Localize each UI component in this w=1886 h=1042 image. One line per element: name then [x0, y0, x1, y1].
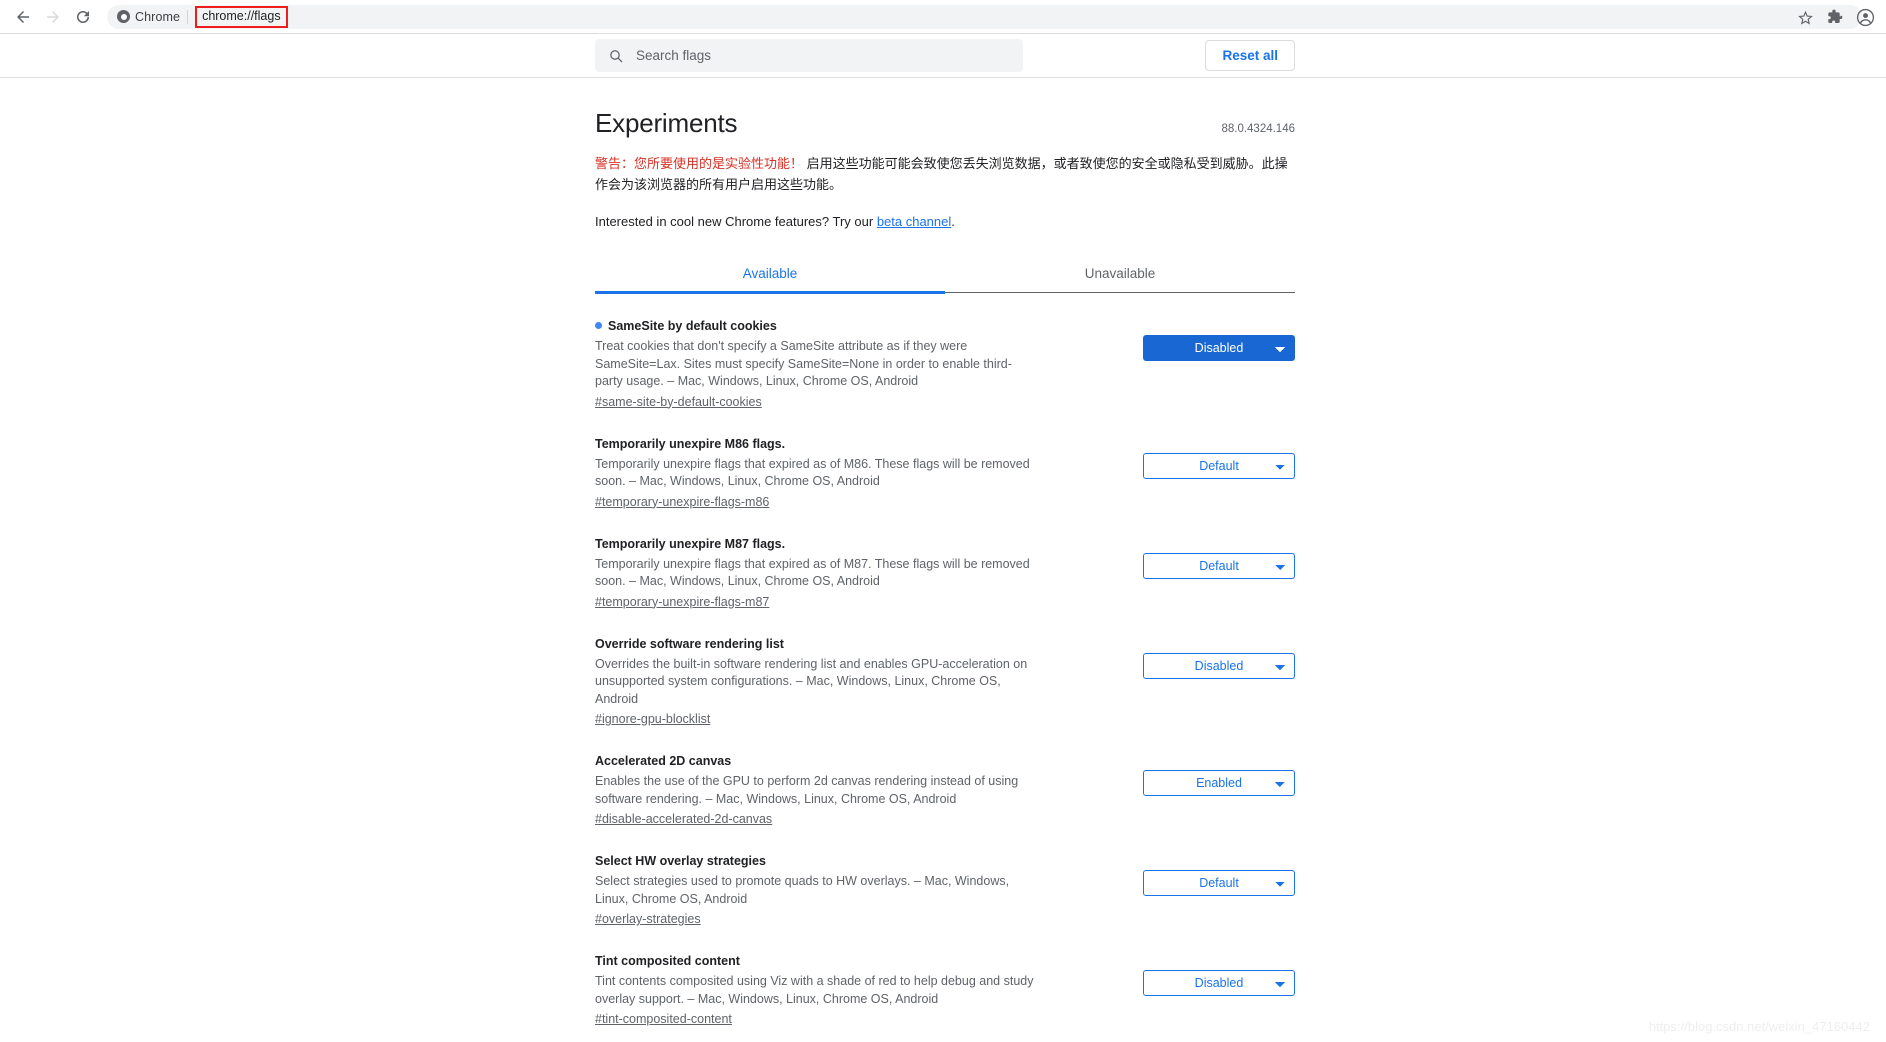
flag-control: DefaultEnabledDisabled — [1143, 436, 1295, 479]
flag-row: Temporarily unexpire M87 flags. Temporari… — [595, 523, 1295, 623]
beta-suffix-text: . — [951, 214, 955, 229]
chrome-logo-icon — [117, 10, 130, 23]
forward-arrow-icon — [44, 8, 62, 26]
flag-state-select[interactable]: DefaultEnabledDisabled — [1143, 553, 1295, 579]
flag-title-text: Temporarily unexpire M87 flags. — [595, 537, 785, 551]
tab-available[interactable]: Available — [595, 255, 945, 292]
modified-indicator-icon — [595, 322, 602, 329]
flag-title: Accelerated 2D canvas — [595, 753, 1037, 770]
flag-control: DefaultEnabledDisabled — [1143, 853, 1295, 896]
flag-control: DefaultEnabledDisabled — [1143, 536, 1295, 579]
toolbar-actions — [1790, 0, 1880, 34]
flag-details: Accelerated 2D canvas Enables the use of … — [595, 753, 1047, 828]
omnibox-chip-label: Chrome — [135, 10, 180, 24]
back-button[interactable] — [8, 2, 38, 32]
back-arrow-icon — [14, 8, 32, 26]
search-bar-row: Reset all — [0, 34, 1886, 78]
flag-control: DefaultEnabledDisabled — [1143, 318, 1295, 361]
warning-red-text: 警告：您所要使用的是实验性功能！ — [595, 156, 803, 171]
flag-title-text: Tint composited content — [595, 954, 740, 968]
flag-row: SameSite by default cookies Treat cookies… — [595, 305, 1295, 423]
flag-title: Select HW overlay strategies — [595, 853, 1037, 870]
flag-details: SameSite by default cookies Treat cookies… — [595, 318, 1047, 411]
flag-title-text: Accelerated 2D canvas — [595, 754, 731, 768]
tab-unavailable[interactable]: Unavailable — [945, 255, 1295, 292]
flags-page: Reset all Experiments 88.0.4324.146 警告：您… — [0, 34, 1886, 1042]
flag-permalink[interactable]: #ignore-gpu-blocklist — [595, 712, 710, 726]
content-column: Experiments 88.0.4324.146 警告：您所要使用的是实验性功… — [595, 78, 1295, 1040]
flag-row: Temporarily unexpire M86 flags. Temporari… — [595, 423, 1295, 523]
reload-button[interactable] — [68, 2, 98, 32]
flag-state-select[interactable]: DefaultEnabledDisabled — [1143, 335, 1295, 361]
flag-permalink[interactable]: #temporary-unexpire-flags-m87 — [595, 595, 769, 609]
flag-description: Select strategies used to promote quads … — [595, 873, 1037, 908]
flag-permalink[interactable]: #disable-accelerated-2d-canvas — [595, 812, 772, 826]
flag-permalink[interactable]: #overlay-strategies — [595, 912, 701, 926]
search-icon — [608, 48, 624, 64]
flag-details: Tint composited content Tint contents com… — [595, 953, 1047, 1028]
address-bar[interactable]: Chrome chrome://flags — [107, 5, 1862, 29]
flag-description: Overrides the built-in software renderin… — [595, 656, 1037, 709]
flag-details: Temporarily unexpire M86 flags. Temporari… — [595, 436, 1047, 511]
extensions-button[interactable] — [1820, 2, 1850, 32]
person-avatar-icon — [1856, 8, 1875, 27]
flag-description: Enables the use of the GPU to perform 2d… — [595, 773, 1037, 808]
profile-avatar-button[interactable] — [1850, 2, 1880, 32]
content-scroll-area[interactable]: Experiments 88.0.4324.146 警告：您所要使用的是实验性功… — [0, 78, 1886, 1041]
flag-control: DefaultEnabledDisabled — [1143, 753, 1295, 796]
flag-permalink[interactable]: #same-site-by-default-cookies — [595, 395, 762, 409]
flag-title-text: Select HW overlay strategies — [595, 854, 766, 868]
flag-state-select[interactable]: DefaultEnabledDisabled — [1143, 770, 1295, 796]
forward-button[interactable] — [38, 2, 68, 32]
flag-title: SameSite by default cookies — [595, 318, 1037, 335]
beta-channel-link[interactable]: beta channel — [877, 214, 951, 229]
flag-row: Override software rendering list Override… — [595, 623, 1295, 741]
search-input[interactable] — [636, 48, 1010, 63]
beta-channel-line: Interested in cool new Chrome features? … — [595, 212, 1295, 231]
star-icon — [1797, 9, 1814, 26]
flag-state-select[interactable]: DefaultEnabledDisabled — [1143, 870, 1295, 896]
bookmark-star-button[interactable] — [1790, 2, 1820, 32]
flag-title: Temporarily unexpire M87 flags. — [595, 536, 1037, 553]
beta-prefix-text: Interested in cool new Chrome features? … — [595, 214, 877, 229]
flag-details: Override software rendering list Override… — [595, 636, 1047, 729]
flag-title: Temporarily unexpire M86 flags. — [595, 436, 1037, 453]
page-title: Experiments — [595, 108, 737, 139]
flag-control: DefaultEnabledDisabled — [1143, 953, 1295, 996]
title-row: Experiments 88.0.4324.146 — [595, 108, 1295, 139]
flag-title: Tint composited content — [595, 953, 1037, 970]
reset-all-button[interactable]: Reset all — [1205, 40, 1295, 72]
flag-title-text: Temporarily unexpire M86 flags. — [595, 437, 785, 451]
flag-description: Tint contents composited using Viz with … — [595, 973, 1037, 1008]
reload-icon — [74, 8, 92, 26]
flag-state-select[interactable]: DefaultEnabledDisabled — [1143, 653, 1295, 679]
flag-row: Accelerated 2D canvas Enables the use of … — [595, 740, 1295, 840]
flag-details: Select HW overlay strategies Select strat… — [595, 853, 1047, 928]
tab-bar: Available Unavailable — [595, 255, 1295, 293]
flag-title-text: Override software rendering list — [595, 637, 784, 651]
puzzle-piece-icon — [1827, 9, 1843, 25]
flag-row: Select HW overlay strategies Select strat… — [595, 840, 1295, 940]
flag-permalink[interactable]: #tint-composited-content — [595, 1012, 732, 1026]
flag-details: Temporarily unexpire M87 flags. Temporari… — [595, 536, 1047, 611]
flag-permalink[interactable]: #temporary-unexpire-flags-m86 — [595, 495, 769, 509]
flag-description: Temporarily unexpire flags that expired … — [595, 556, 1037, 591]
flag-control: DefaultEnabledDisabled — [1143, 636, 1295, 679]
address-bar-url[interactable]: chrome://flags — [195, 6, 288, 28]
flag-row: Tint composited content Tint contents com… — [595, 940, 1295, 1040]
flag-list: SameSite by default cookies Treat cookies… — [595, 293, 1295, 1040]
flag-title-text: SameSite by default cookies — [608, 319, 777, 333]
flag-state-select[interactable]: DefaultEnabledDisabled — [1143, 970, 1295, 996]
flag-description: Temporarily unexpire flags that expired … — [595, 456, 1037, 491]
search-box[interactable] — [595, 39, 1023, 72]
flag-description: Treat cookies that don't specify a SameS… — [595, 338, 1037, 391]
chrome-version-label: 88.0.4324.146 — [1221, 123, 1295, 135]
omnibox-chip[interactable]: Chrome — [117, 10, 188, 24]
flag-state-select[interactable]: DefaultEnabledDisabled — [1143, 453, 1295, 479]
flag-title: Override software rendering list — [595, 636, 1037, 653]
experiments-warning: 警告：您所要使用的是实验性功能！ 启用这些功能可能会致使您丢失浏览数据，或者致使… — [595, 153, 1295, 195]
browser-toolbar: Chrome chrome://flags — [0, 0, 1886, 34]
